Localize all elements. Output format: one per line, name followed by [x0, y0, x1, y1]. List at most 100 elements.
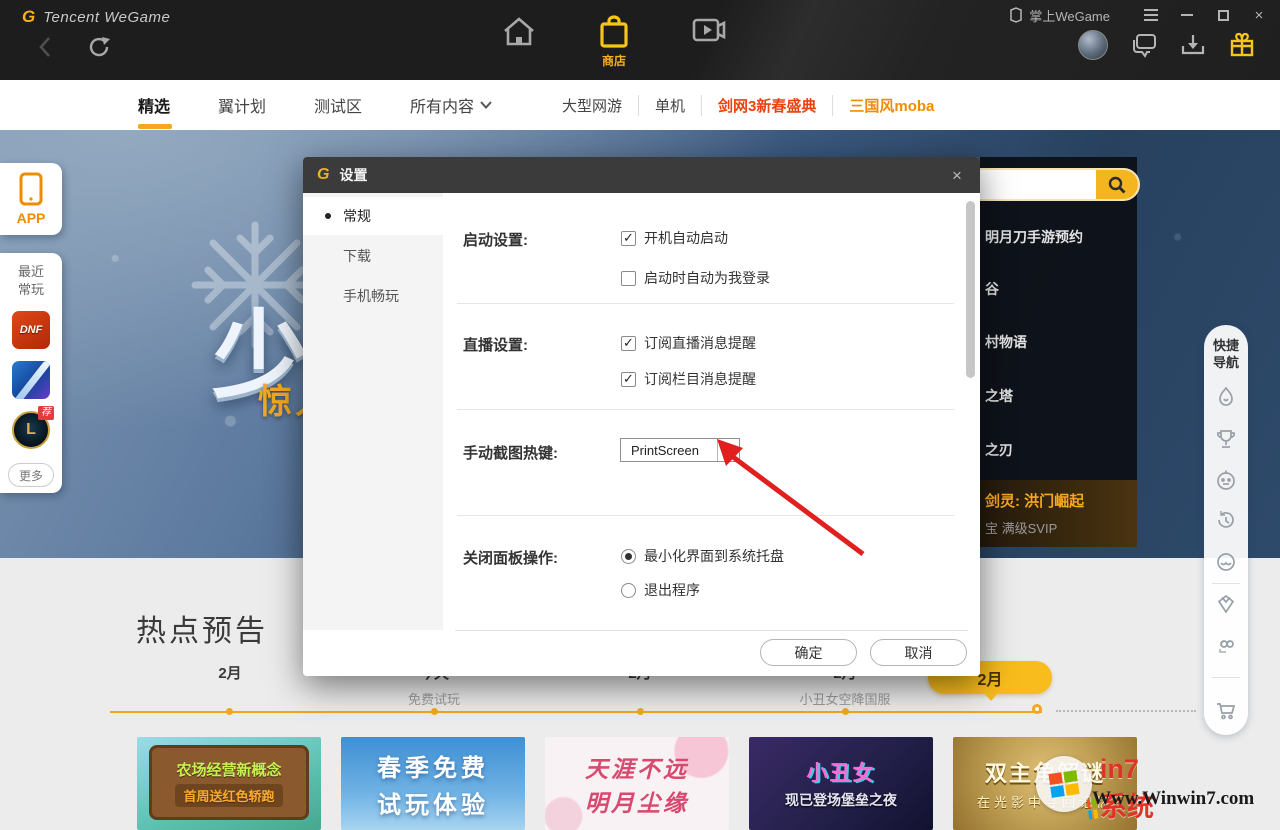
radio-minimize-to-tray[interactable]: 最小化界面到系统托盘 [621, 546, 784, 566]
cancel-button[interactable]: 取消 [870, 639, 967, 666]
timeline-dot [431, 708, 438, 715]
timeline-line [110, 711, 1042, 713]
video-tab[interactable] [690, 14, 728, 46]
timeline-dotted-future [1056, 710, 1196, 712]
list-item[interactable]: 之刃 [985, 440, 1013, 460]
download-icon[interactable] [1180, 32, 1206, 58]
messages-icon[interactable] [1130, 32, 1158, 58]
mask-icon[interactable] [1215, 551, 1237, 573]
list-item-highlighted[interactable]: 剑灵: 洪门崛起 宝 满级SVIP [980, 480, 1137, 547]
back-icon[interactable] [38, 35, 52, 59]
radio-icon [621, 583, 636, 598]
quick-nav-rail: 快捷 导航 [1204, 325, 1248, 735]
card-title: 小丑女 [807, 757, 876, 787]
link-mmo[interactable]: 大型网游 [546, 95, 638, 116]
checkbox-live-notify[interactable]: 订阅直播消息提醒 [621, 333, 756, 353]
card-title: 天涯不远 [585, 750, 689, 784]
home-tab[interactable] [500, 14, 538, 48]
ok-button[interactable]: 确定 [760, 639, 857, 666]
tab-featured[interactable]: 精选 [138, 93, 170, 117]
card-title: 农场经营新概念 [176, 759, 281, 780]
app-card[interactable]: APP [0, 163, 62, 235]
watermark-url: Www.Winwin7.com [1092, 788, 1254, 810]
cart-icon[interactable] [1215, 699, 1237, 721]
store-tab[interactable]: 商店 [596, 14, 632, 69]
checkbox-icon [621, 271, 636, 286]
tab-all-content[interactable]: 所有内容 [410, 93, 492, 117]
game-list-panel: 绍 明月刀手游预约 谷 村物语 之塔 之刃 剑灵: 洪门崛起 宝 满级SVIP [980, 157, 1137, 547]
dialog-close-icon[interactable]: × [946, 165, 968, 187]
dialog-tab-general[interactable]: 常规 [303, 197, 443, 235]
chevron-down-icon [480, 101, 492, 109]
home-icon [500, 14, 538, 48]
card-title: 春季免费 [377, 748, 489, 783]
search-button[interactable] [1096, 168, 1138, 201]
divider [1212, 583, 1240, 584]
game-icon-lol[interactable]: L 荐 [12, 411, 50, 449]
game-card-harley[interactable]: 小丑女 现已登场堡垒之夜 [749, 737, 933, 830]
hotkey-value: PrintScreen [621, 443, 717, 458]
section-label-screenshot: 手动截图热键: [463, 442, 558, 463]
video-icon [690, 14, 728, 46]
link-jx3-festival[interactable]: 剑网3新春盛典 [701, 95, 832, 116]
checkbox-auto-login[interactable]: 启动时自动为我登录 [621, 268, 770, 288]
game-card-tianya[interactable]: 天涯不远 明月尘缘 [545, 737, 729, 830]
maximize-button[interactable] [1212, 4, 1234, 26]
timeline-item[interactable]: 2月 [145, 662, 315, 689]
recent-games-card: 最近 常玩 DNF L 荐 更多 [0, 253, 62, 493]
title-bar: G Tencent WeGame 掌上WeGame × [0, 0, 1280, 80]
game-icon-sword[interactable] [12, 361, 50, 399]
radio-icon [621, 549, 636, 564]
tab-test-zone[interactable]: 测试区 [314, 93, 362, 117]
quick-nav-label-2: 导航 [1204, 354, 1248, 371]
more-button[interactable]: 更多 [8, 463, 54, 487]
link-threekingdoms-moba[interactable]: 三国风moba [832, 95, 950, 116]
quotes-icon[interactable] [1215, 634, 1237, 656]
phone-icon [18, 172, 44, 206]
trophy-icon[interactable] [1215, 428, 1237, 450]
checkbox-auto-start[interactable]: 开机自动启动 [621, 228, 728, 248]
list-item[interactable]: 村物语 [985, 332, 1027, 352]
list-item[interactable]: 明月刀手游预约 [985, 227, 1083, 247]
menu-button[interactable] [1140, 4, 1162, 26]
radio-exit-program[interactable]: 退出程序 [621, 580, 700, 600]
history-icon[interactable] [1215, 509, 1237, 531]
dialog-tab-mobile-play[interactable]: 手机畅玩 [303, 277, 443, 315]
mobile-wegame-link[interactable]: 掌上WeGame [1009, 6, 1110, 25]
windows-logo-badge [1036, 756, 1092, 812]
gem-icon[interactable] [1215, 593, 1237, 615]
dialog-content: 启动设置: 开机自动启动 启动时自动为我登录 直播设置: 订阅直播消息提醒 订阅… [443, 193, 980, 630]
tab-wing-plan[interactable]: 翼计划 [218, 93, 266, 117]
dialog-tab-download[interactable]: 下载 [303, 237, 443, 275]
phone-icon [1009, 7, 1023, 23]
dialog-scrollbar[interactable] [966, 201, 975, 378]
wegame-window: 少年 惊人 热点预告 2月 今天 免费试玩 2月 2月 小丑女空降国服 2月 [0, 0, 1280, 830]
app-label: APP [17, 210, 46, 226]
hotkey-dropdown[interactable]: PrintScreen [620, 438, 740, 462]
refresh-icon[interactable] [86, 34, 112, 60]
recommend-badge: 荐 [38, 406, 54, 420]
user-avatar[interactable] [1078, 30, 1108, 60]
flame-icon[interactable] [1215, 386, 1237, 408]
gift-icon[interactable] [1228, 31, 1256, 59]
divider [1212, 677, 1240, 678]
robot-icon[interactable] [1215, 469, 1237, 491]
dropdown-caret-icon [717, 439, 739, 461]
link-single-player[interactable]: 单机 [638, 95, 701, 116]
close-button[interactable]: × [1248, 4, 1270, 26]
list-item[interactable]: 谷 [985, 279, 999, 299]
checkbox-icon [621, 336, 636, 351]
card-subtitle: 明月尘缘 [585, 784, 689, 818]
minimize-button[interactable] [1176, 4, 1198, 26]
list-item[interactable]: 之塔 [985, 386, 1013, 406]
settings-dialog: G 设置 × 常规 下载 手机畅玩 启动设置: 开机自动启动 [303, 157, 980, 676]
game-card-spring-trial[interactable]: 春季免费 试玩体验 [341, 737, 525, 830]
store-label: 商店 [602, 52, 626, 69]
timeline-dot [842, 708, 849, 715]
recent-label-1: 最近 [18, 263, 44, 281]
section-label-live: 直播设置: [463, 334, 528, 355]
game-card-farm[interactable]: 农场经营新概念 首周送红色轿跑 [137, 737, 321, 830]
checkbox-channel-notify[interactable]: 订阅栏目消息提醒 [621, 369, 756, 389]
game-icon-dnf[interactable]: DNF [12, 311, 50, 349]
timeline-dot [637, 708, 644, 715]
